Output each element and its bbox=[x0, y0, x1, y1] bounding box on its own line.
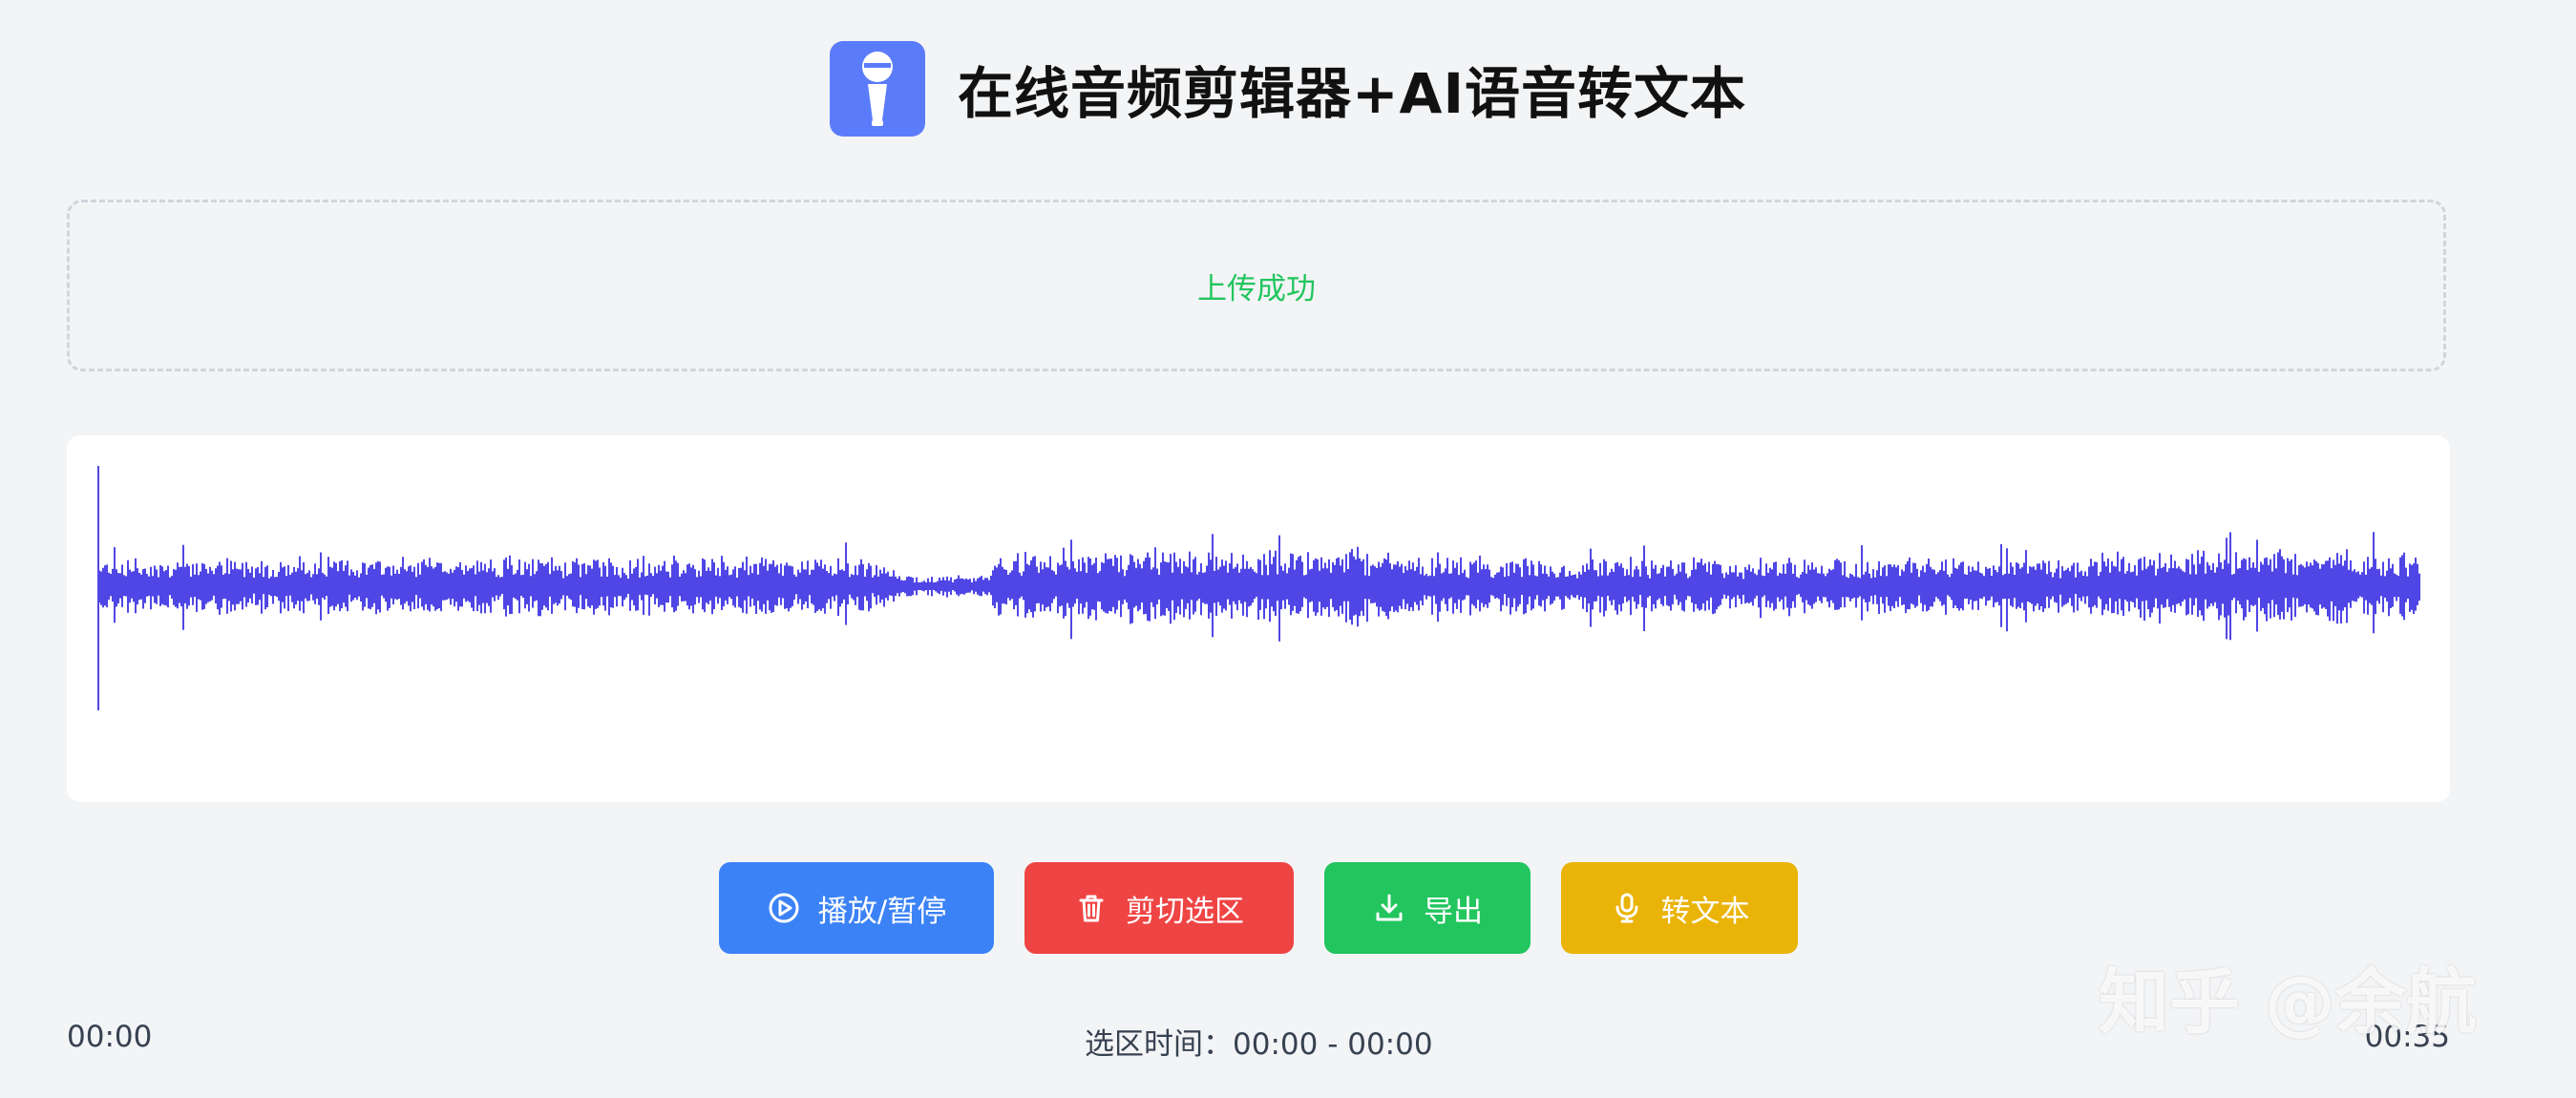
controls-bar: 播放/暂停 剪切选区 导出 转文本 bbox=[719, 862, 1798, 954]
selection-time: 选区时间：00:00 - 00:00 bbox=[1085, 1027, 1433, 1062]
start-time: 00:00 bbox=[67, 1020, 153, 1054]
page-title: 在线音频剪辑器+AI语音转文本 bbox=[957, 61, 1747, 126]
watermark: 知乎 @余航 bbox=[2099, 961, 2477, 1044]
waveform-bars bbox=[98, 532, 2420, 642]
export-label: 导出 bbox=[1424, 894, 1483, 929]
upload-status: 上传成功 bbox=[1197, 271, 1316, 306]
cut-selection-label: 剪切选区 bbox=[1126, 894, 1244, 929]
microphone-icon bbox=[1610, 891, 1644, 925]
microphone-icon bbox=[861, 52, 893, 126]
app-header: 在线音频剪辑器+AI语音转文本 bbox=[0, 36, 2576, 141]
transcribe-button[interactable]: 转文本 bbox=[1561, 862, 1798, 954]
transcribe-label: 转文本 bbox=[1660, 894, 1750, 929]
waveform[interactable] bbox=[67, 435, 2450, 802]
cut-selection-button[interactable]: 剪切选区 bbox=[1024, 862, 1294, 954]
upload-dropzone[interactable]: 上传成功 bbox=[67, 200, 2446, 371]
waveform-centerline bbox=[99, 582, 2419, 590]
play-pause-label: 播放/暂停 bbox=[817, 894, 947, 929]
playhead-cursor[interactable] bbox=[97, 466, 99, 710]
download-icon bbox=[1372, 891, 1406, 925]
export-button[interactable]: 导出 bbox=[1324, 862, 1531, 954]
play-circle-icon bbox=[767, 891, 801, 925]
logo bbox=[829, 41, 925, 137]
play-pause-button[interactable]: 播放/暂停 bbox=[719, 862, 994, 954]
trash-icon bbox=[1074, 891, 1109, 925]
waveform-panel[interactable] bbox=[67, 435, 2450, 802]
